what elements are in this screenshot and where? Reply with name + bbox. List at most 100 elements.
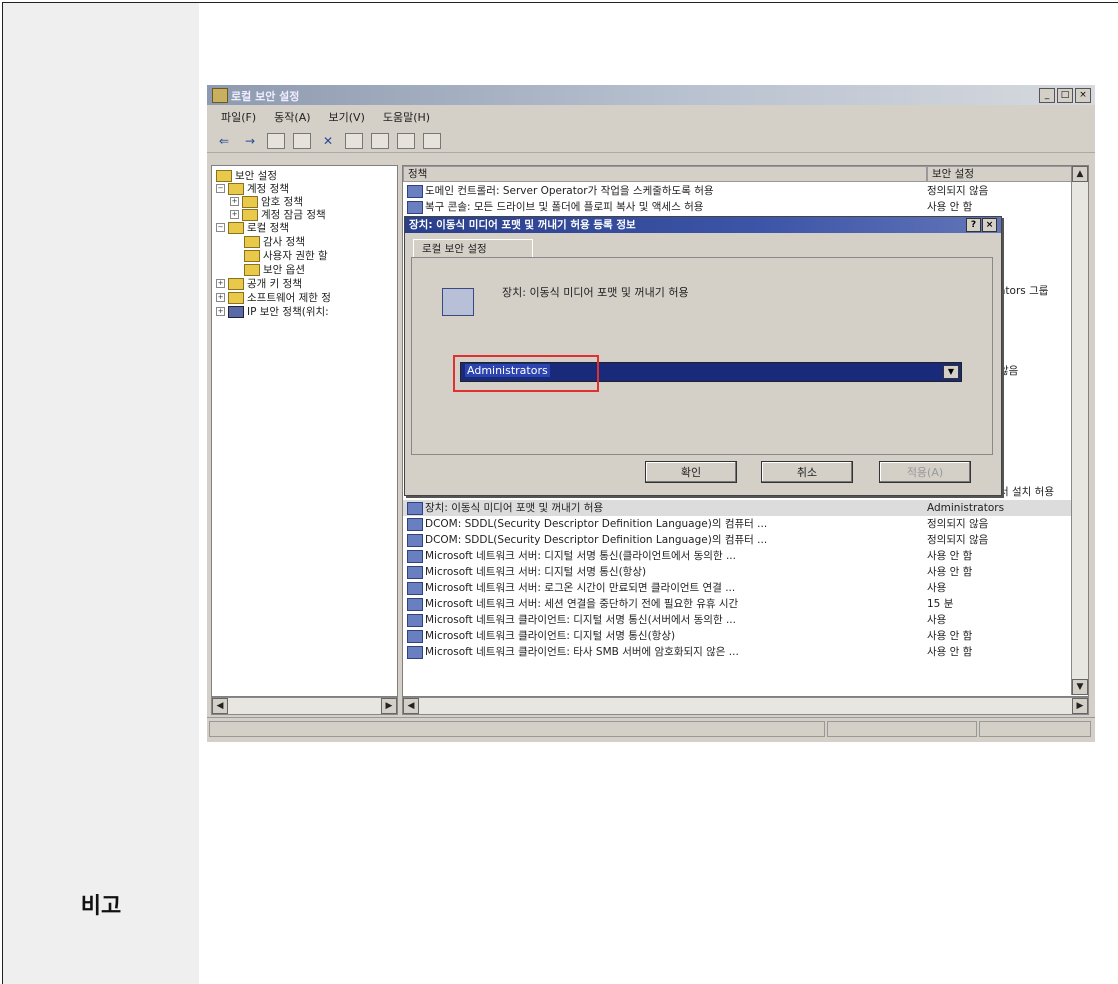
tree-item[interactable]: + 소프트웨어 제한 정 [216, 290, 331, 305]
maximize-button[interactable]: □ [1057, 88, 1073, 103]
policy-icon [407, 645, 423, 659]
folder-icon [244, 235, 260, 248]
table-row-selected[interactable]: 장치: 이동식 미디어 포맷 및 꺼내기 허용 Administrators [403, 500, 1086, 516]
policy-value: 사용 안 함 [927, 201, 973, 213]
table-row[interactable]: Microsoft 네트워크 서버: 디지털 서명 통신(클라이언트에서 동의한… [403, 548, 1086, 564]
tree-item-label: 사용자 권한 할 [263, 250, 328, 262]
table-row[interactable]: DCOM: SDDL(Security Descriptor Definitio… [403, 516, 1086, 532]
scroll-down-icon[interactable]: ▼ [1072, 679, 1088, 695]
screenshot-window: 로컬 보안 설정 _ □ × 파일(F) 동작(A) 보기(V) 도움말(H) … [207, 85, 1095, 742]
tree-horizontal-scrollbar[interactable]: ◀ ▶ [211, 697, 398, 715]
folder-icon [244, 263, 260, 276]
tree-item[interactable]: + 공개 키 정책 [216, 276, 302, 291]
tree-item[interactable]: 보안 옵션 [244, 262, 305, 277]
table-row[interactable]: Microsoft 네트워크 클라이언트: 디지털 서명 통신(서버에서 동의한… [403, 612, 1086, 628]
ok-button[interactable]: 확인 [645, 461, 737, 483]
tab-local-security-setting[interactable]: 로컬 보안 설정 [413, 239, 533, 257]
policy-name: Microsoft 네트워크 서버: 로그온 시간이 만료되면 클라이언트 연결… [425, 582, 736, 594]
scroll-up-icon[interactable]: ▲ [1072, 166, 1088, 182]
table-row[interactable]: Microsoft 네트워크 서버: 세션 연결을 중단하기 전에 필요한 유휴… [403, 596, 1086, 612]
dialog-help-button[interactable]: ? [966, 218, 981, 232]
table-row[interactable]: Microsoft 네트워크 서버: 로그온 시간이 만료되면 클라이언트 연결… [403, 580, 1086, 596]
tree-item[interactable]: 사용자 권한 할 [244, 248, 328, 263]
policy-value: Administrators [927, 502, 1005, 514]
scroll-left-icon[interactable]: ◀ [403, 698, 419, 714]
forward-icon[interactable]: → [241, 133, 259, 149]
policy-icon [407, 597, 423, 611]
properties-icon[interactable] [345, 132, 363, 149]
policy-value: 정의되지 않음 [927, 185, 989, 197]
expand-icon[interactable]: + [216, 279, 225, 288]
list-horizontal-scrollbar[interactable]: ◀ ▶ [402, 697, 1089, 715]
policy-icon [407, 613, 423, 627]
expand-icon[interactable]: + [216, 293, 225, 302]
export-icon[interactable] [371, 132, 389, 149]
tree-item-label: 감사 정책 [263, 236, 305, 248]
console-icon[interactable] [423, 132, 441, 149]
policy-icon [407, 549, 423, 563]
highlight-box [453, 355, 599, 392]
policy-name: DCOM: SDDL(Security Descriptor Definitio… [425, 518, 768, 530]
scroll-right-icon[interactable]: ▶ [1072, 698, 1088, 714]
tree-item-label: IP 보안 정책(위치: [247, 306, 329, 318]
menu-view[interactable]: 보기(V) [329, 109, 365, 125]
table-row[interactable]: 도메인 컨트롤러: Server Operator가 작업을 스케줄하도록 허용… [403, 183, 1086, 199]
status-segment [979, 721, 1091, 737]
folder-icon [228, 182, 244, 195]
tree-item-label: 로컬 정책 [247, 222, 289, 234]
tree-item-label: 소프트웨어 제한 정 [247, 292, 331, 304]
partial-value: 서 설치 허용 [999, 486, 1054, 498]
dialog-title: 장치: 이동식 미디어 포맷 및 꺼내기 허용 등록 정보 [409, 219, 636, 231]
list-vertical-scrollbar[interactable]: ▲ ▼ [1071, 166, 1088, 695]
menu-file[interactable]: 파일(F) [221, 109, 256, 125]
policy-value: 15 분 [927, 598, 954, 610]
policy-icon [407, 517, 423, 531]
table-row[interactable]: DCOM: SDDL(Security Descriptor Definitio… [403, 532, 1086, 548]
scroll-right-icon[interactable]: ▶ [381, 698, 397, 714]
help-icon[interactable] [397, 132, 415, 149]
expand-icon[interactable]: + [216, 307, 225, 316]
dialog-body: 장치: 이동식 미디어 포맷 및 꺼내기 허용 Administrators ▼ [411, 257, 993, 455]
table-row[interactable]: Microsoft 네트워크 클라이언트: 디지털 서명 통신(항상) 사용 안… [403, 628, 1086, 644]
scroll-left-icon[interactable]: ◀ [212, 698, 228, 714]
policy-icon [407, 184, 423, 198]
menu-action[interactable]: 동작(A) [274, 109, 310, 125]
remark-label: 비고 [80, 893, 122, 919]
collapse-icon[interactable]: − [216, 223, 225, 232]
policy-value: 정의되지 않음 [927, 534, 989, 546]
menu-help[interactable]: 도움말(H) [383, 109, 430, 125]
tree-item[interactable]: − 로컬 정책 [216, 220, 289, 235]
column-header-setting[interactable]: 보안 설정 [927, 166, 1072, 182]
back-icon[interactable]: ⇐ [215, 133, 233, 149]
expand-icon[interactable]: + [230, 210, 239, 219]
policy-value: 사용 안 함 [927, 646, 973, 658]
close-button[interactable]: × [1075, 88, 1091, 103]
properties-dialog: 장치: 이동식 미디어 포맷 및 꺼내기 허용 등록 정보 ? × 로컬 보안 … [404, 216, 1002, 496]
policy-value: 사용 [927, 614, 947, 626]
policy-icon [407, 200, 423, 214]
dialog-close-button[interactable]: × [982, 218, 997, 232]
table-row[interactable]: Microsoft 네트워크 클라이언트: 타사 SMB 서버에 암호화되지 않… [403, 644, 1086, 660]
partial-value: ators 그룹 [999, 285, 1049, 297]
toolbar: ⇐ → ✕ [207, 129, 1095, 153]
collapse-icon[interactable]: − [216, 184, 225, 193]
policy-icon [407, 629, 423, 643]
expand-icon[interactable]: + [230, 197, 239, 206]
delete-icon[interactable]: ✕ [319, 133, 337, 149]
policy-name: Microsoft 네트워크 서버: 세션 연결을 중단하기 전에 필요한 유휴… [425, 598, 739, 610]
dialog-titlebar: 장치: 이동식 미디어 포맷 및 꺼내기 허용 등록 정보 ? × [405, 217, 1001, 233]
cancel-button[interactable]: 취소 [761, 461, 853, 483]
chevron-down-icon[interactable]: ▼ [943, 365, 959, 379]
table-row[interactable]: Microsoft 네트워크 서버: 디지털 서명 통신(항상) 사용 안 함 [403, 564, 1086, 580]
column-header-policy[interactable]: 정책 [403, 166, 927, 182]
tree-item[interactable]: 감사 정책 [244, 234, 305, 249]
policy-value: 사용 [927, 582, 947, 594]
table-row[interactable]: 복구 콘솔: 모든 드라이브 및 폴더에 플로피 복사 및 액세스 허용 사용 … [403, 199, 1086, 215]
show-tree-icon[interactable] [293, 132, 311, 149]
up-folder-icon[interactable] [267, 132, 285, 149]
minimize-button[interactable]: _ [1039, 88, 1055, 103]
tree-item[interactable]: + IP 보안 정책(위치: [216, 304, 329, 319]
policy-name: Microsoft 네트워크 클라이언트: 디지털 서명 통신(서버에서 동의한… [425, 614, 736, 626]
apply-button[interactable]: 적용(A) [879, 461, 971, 483]
policy-name: Microsoft 네트워크 클라이언트: 타사 SMB 서버에 암호화되지 않… [425, 646, 739, 658]
